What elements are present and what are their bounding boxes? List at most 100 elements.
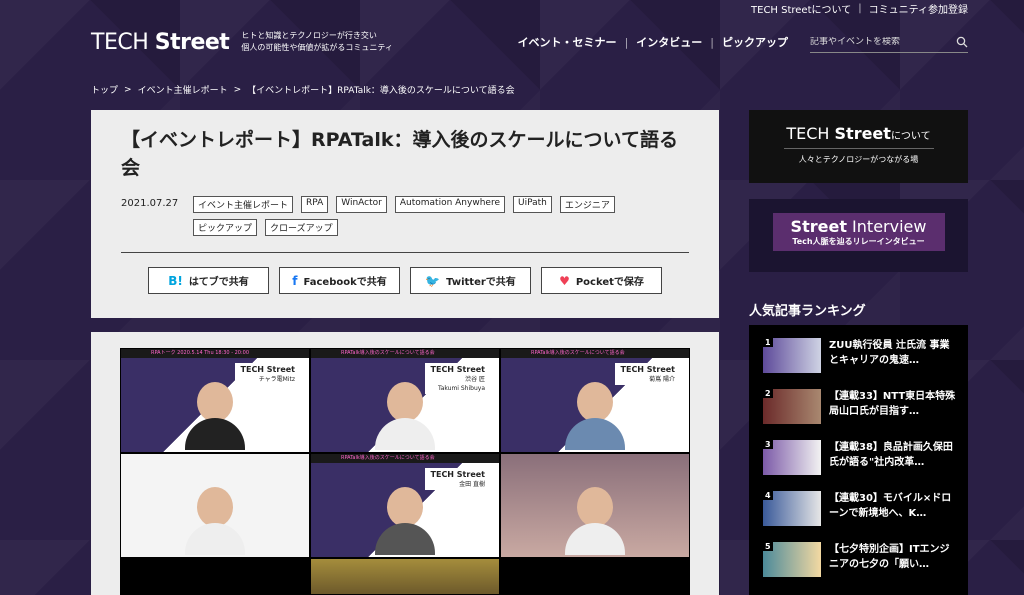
nameplate-name: 金田 直樹 bbox=[459, 481, 485, 488]
interview-banner[interactable]: Street Interview Tech人脈を辿るリレーインタビュー bbox=[749, 199, 968, 272]
breadcrumb-arrow: > bbox=[124, 84, 132, 95]
ranking-item[interactable]: 1 ZUU執行役員 辻氏流 事業とキャリアの鬼速… bbox=[763, 338, 958, 388]
ranking-heading: 人気記事ランキング bbox=[749, 304, 866, 319]
video-tile bbox=[500, 453, 690, 558]
breadcrumb-category[interactable]: イベント主催レポート bbox=[138, 83, 228, 96]
nav-interview[interactable]: インタビュー bbox=[636, 34, 702, 50]
logo-bold: Street bbox=[154, 29, 230, 55]
site-logo[interactable]: TECH Street bbox=[91, 29, 230, 55]
tag[interactable]: Automation Anywhere bbox=[394, 196, 505, 213]
ranking-title: 【連載38】良品計画久保田氏が語る"社内改革… bbox=[829, 442, 953, 468]
video-tile: RPATalk導入後のスケールについて語る会 TECH Street 菊嶌 陽介 bbox=[500, 348, 690, 453]
logo-light: TECH bbox=[91, 29, 155, 55]
article-title: 【イベントレポート】RPATalk：導入後のスケールについて語る会 bbox=[121, 129, 678, 179]
tag[interactable]: イベント主催レポート bbox=[193, 196, 294, 213]
site-tagline: ヒトと知識とテクノロジーが行き交い 個人の可能性や価値が拡がるコミュニティ bbox=[241, 30, 393, 54]
banner-title-light: Interview bbox=[846, 217, 927, 236]
ranking-thumbnail: 1 bbox=[763, 338, 821, 373]
twitter-share-button[interactable]: 🐦 Twitterで共有 bbox=[410, 267, 531, 294]
article-meta: 2021.07.27 イベント主催レポート RPA WinActor Autom… bbox=[121, 196, 689, 242]
ranking-item[interactable]: 2 【連載33】NTT東日本特殊局山口氏が目指す… bbox=[763, 389, 958, 439]
participant-figure bbox=[565, 487, 625, 557]
share-label: Facebookで共有 bbox=[303, 277, 387, 288]
tile-strip: RPATalk導入後のスケールについて語る会 bbox=[311, 349, 499, 358]
ranking-title: 【七夕特別企画】ITエンジニアの七夕の「願い… bbox=[829, 544, 950, 570]
banner-divider bbox=[783, 148, 934, 149]
search-icon[interactable] bbox=[956, 36, 968, 48]
participant-figure bbox=[375, 487, 435, 557]
nameplate-brand: TECH Street bbox=[430, 470, 485, 479]
topbar-separator: | bbox=[858, 2, 862, 14]
ranking-item[interactable]: 4 【連載30】モバイル×ドローンで新境地へ、K… bbox=[763, 491, 958, 541]
video-tile bbox=[310, 558, 500, 595]
tag[interactable]: WinActor bbox=[336, 196, 387, 213]
rank-number: 4 bbox=[763, 491, 773, 500]
share-buttons: B! はてブで共有 f Facebookで共有 🐦 Twitterで共有 ♥ Pocke… bbox=[148, 267, 672, 294]
participant-figure bbox=[375, 382, 435, 452]
tile-strip: RPAトーク 2020.5.14 Thu 18:30 - 20:00 bbox=[121, 349, 309, 358]
rank-number: 1 bbox=[763, 338, 773, 347]
banner-title-bold: Street bbox=[790, 217, 847, 236]
rank-number: 5 bbox=[763, 542, 773, 551]
article-image-card: RPAトーク 2020.5.14 Thu 18:30 - 20:00 TECH … bbox=[91, 332, 719, 595]
site-header: TECH Street ヒトと知識とテクノロジーが行き交い 個人の可能性や価値が… bbox=[91, 22, 968, 62]
tagline-line-2: 個人の可能性や価値が拡がるコミュニティ bbox=[241, 43, 393, 52]
video-tile: RPAトーク 2020.5.14 Thu 18:30 - 20:00 TECH … bbox=[120, 348, 310, 453]
share-label: Twitterで共有 bbox=[446, 277, 516, 288]
facebook-share-button[interactable]: f Facebookで共有 bbox=[279, 267, 400, 294]
tag-list: イベント主催レポート RPA WinActor Automation Anywh… bbox=[193, 196, 653, 242]
tagline-line-1: ヒトと知識とテクノロジーが行き交い bbox=[241, 31, 377, 40]
join-link[interactable]: コミュニティ参加登録 bbox=[869, 1, 968, 16]
nav-separator: | bbox=[710, 35, 714, 49]
tile-strip: RPATalk導入後のスケールについて語る会 bbox=[311, 454, 499, 463]
tag[interactable]: エンジニア bbox=[559, 196, 615, 213]
banner-title-small: について bbox=[890, 131, 931, 142]
pocket-icon: ♥ bbox=[559, 273, 570, 288]
tag[interactable]: RPA bbox=[301, 196, 329, 213]
nameplate-name: 渋谷 匠 bbox=[465, 376, 485, 383]
article-date: 2021.07.27 bbox=[121, 198, 179, 209]
rank-number: 2 bbox=[763, 389, 773, 398]
ranking-thumbnail: 3 bbox=[763, 440, 821, 475]
participant-figure bbox=[185, 487, 245, 557]
breadcrumb-arrow: > bbox=[233, 84, 242, 95]
nav-pickup[interactable]: ピックアップ bbox=[722, 34, 788, 50]
about-link[interactable]: TECH Streetについて bbox=[751, 1, 851, 16]
about-banner[interactable]: TECH Streetについて 人々とテクノロジーがつながる場 bbox=[749, 110, 968, 183]
nav-separator: | bbox=[624, 35, 629, 49]
participant-figure bbox=[185, 382, 245, 452]
video-tile bbox=[120, 558, 310, 595]
ranking-thumbnail: 5 bbox=[763, 542, 821, 577]
banner-title: Street Interview bbox=[773, 217, 945, 236]
banner-title: TECH Streetについて bbox=[749, 124, 968, 143]
tag[interactable]: UiPath bbox=[512, 196, 552, 213]
ranking-thumbnail: 2 bbox=[763, 389, 821, 424]
banner-subtitle: Tech人脈を辿るリレーインタビュー bbox=[792, 237, 925, 246]
ranking-item[interactable]: 3 【連載38】良品計画久保田氏が語る"社内改革… bbox=[763, 440, 958, 490]
video-call-screenshot: RPAトーク 2020.5.14 Thu 18:30 - 20:00 TECH … bbox=[120, 348, 690, 595]
nameplate-sub: Takumi Shibuya bbox=[438, 385, 485, 392]
hatena-share-button[interactable]: B! はてブで共有 bbox=[148, 267, 269, 294]
ranking-title: ZUU執行役員 辻氏流 事業とキャリアの鬼速… bbox=[829, 340, 950, 366]
search-box bbox=[810, 31, 968, 53]
nameplate-brand: TECH Street bbox=[430, 365, 485, 374]
tag[interactable]: ピックアップ bbox=[193, 219, 258, 236]
video-tile bbox=[500, 558, 690, 595]
search-input[interactable] bbox=[810, 36, 940, 47]
banner-title-bold: Street bbox=[834, 124, 891, 143]
banner-inner: Street Interview Tech人脈を辿るリレーインタビュー bbox=[772, 213, 945, 251]
nav-events[interactable]: イベント・セミナー bbox=[518, 34, 617, 50]
banner-title-light: TECH bbox=[786, 124, 835, 143]
divider bbox=[121, 252, 689, 253]
ranking-title: 【連載33】NTT東日本特殊局山口氏が目指す… bbox=[829, 391, 956, 417]
twitter-icon: 🐦 bbox=[425, 273, 441, 288]
tag[interactable]: クローズアップ bbox=[265, 219, 338, 236]
pocket-share-button[interactable]: ♥ Pocketで保存 bbox=[541, 267, 662, 294]
participant-figure bbox=[565, 382, 625, 452]
banner-subtitle: 人々とテクノロジーがつながる場 bbox=[798, 155, 919, 164]
video-tile: RPATalk導入後のスケールについて語る会 TECH Street 金田 直樹 bbox=[310, 453, 500, 558]
breadcrumb-top[interactable]: トップ bbox=[91, 83, 118, 96]
top-utility-bar: TECH Streetについて | コミュニティ参加登録 bbox=[751, 0, 1024, 16]
main-nav: イベント・セミナー | インタビュー | ピックアップ bbox=[518, 31, 968, 53]
ranking-item[interactable]: 5 【七夕特別企画】ITエンジニアの七夕の「願い… bbox=[763, 542, 958, 592]
